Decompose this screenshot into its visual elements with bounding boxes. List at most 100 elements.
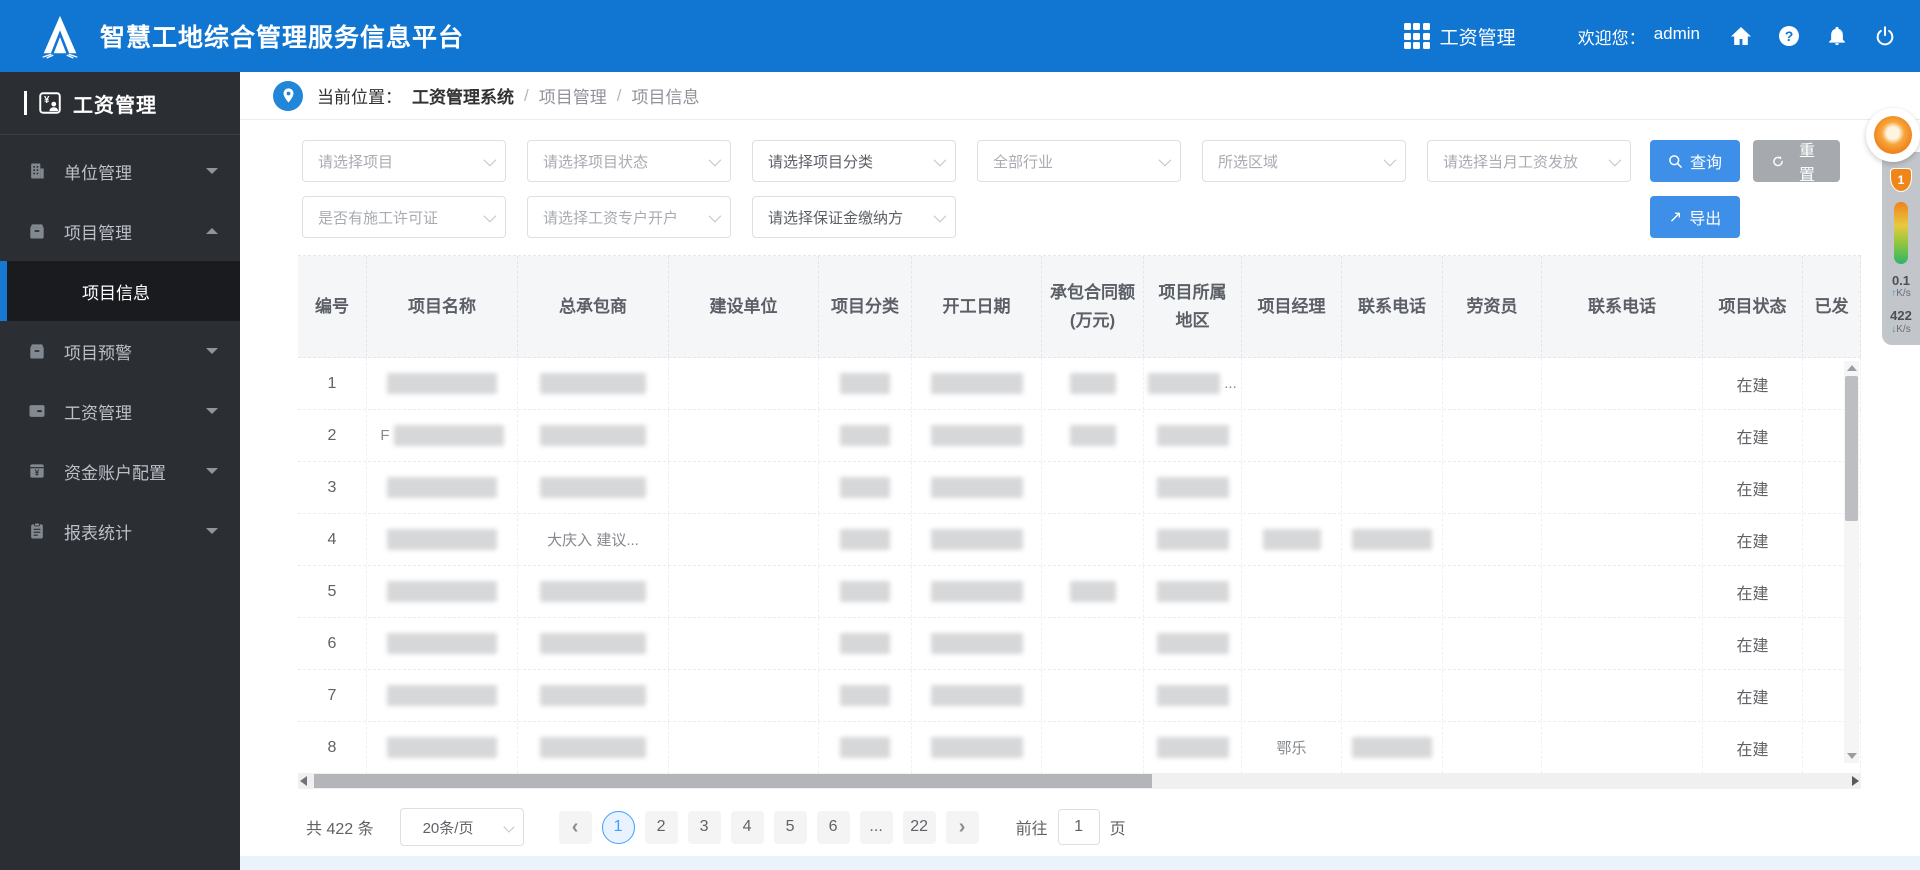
scroll-left-arrow[interactable] [300, 776, 307, 786]
table-row[interactable]: 3 在建 [298, 462, 1861, 514]
speed-panel[interactable]: 1 0.1 ↑K/s 422 ↓K/s [1882, 152, 1920, 345]
table-row[interactable]: 2 F 在建 [298, 410, 1861, 462]
table-row[interactable]: 5 在建 [298, 566, 1861, 618]
breadcrumb-item-project-info[interactable]: 项目信息 [631, 83, 699, 108]
table-cell [1042, 462, 1144, 513]
sidebar-item-wage-management[interactable]: 工资管理 [0, 381, 240, 441]
scroll-down-arrow[interactable] [1844, 749, 1859, 763]
filter-select-r2-1[interactable]: 请选择工资专户开户 [527, 196, 731, 238]
column-header-8: 项目经理 [1242, 256, 1342, 357]
scroll-up-arrow[interactable] [1844, 361, 1859, 375]
table-cell [1342, 358, 1443, 409]
page-button-4[interactable]: 4 [730, 810, 764, 844]
redacted-cell-block [1069, 373, 1116, 394]
sidebar-subitem-project-info[interactable]: 项目信息 [0, 261, 240, 321]
page-button-5[interactable]: 5 [773, 810, 807, 844]
welcome-text: 欢迎您： admin [1577, 23, 1700, 48]
page-button-1[interactable]: 1 [601, 810, 635, 844]
scroll-right-arrow[interactable] [1852, 776, 1859, 786]
table-cell [912, 514, 1042, 565]
sidebar-item-unit-management[interactable]: 单位管理 [0, 141, 240, 201]
page-ellipsis[interactable]: ... [859, 810, 893, 844]
filter-select-r1-3[interactable]: 全部行业 [977, 140, 1181, 182]
help-icon[interactable]: ? [1776, 23, 1802, 49]
browser-assistant-logo-icon[interactable] [1866, 108, 1920, 162]
table-cell: 3 [298, 462, 367, 513]
app-switcher[interactable]: 工资管理 [1403, 23, 1516, 50]
table-header-row: 编号 项目名称 总承包商 建设单位 项目分类 开工日期 承包合同额(万元) 项目所属地区 项目经… [298, 256, 1861, 358]
table-row[interactable]: 7 在建 [298, 670, 1861, 722]
sidebar-item-project-warning[interactable]: 项目预警 [0, 321, 240, 381]
redacted-cell-block [387, 581, 497, 602]
next-page-button[interactable]: › [945, 810, 979, 844]
filter-select-r1-4[interactable]: 所选区域 [1202, 140, 1406, 182]
breadcrumb-item-project-management[interactable]: 项目管理 [539, 83, 607, 108]
sidebar-item-project-management[interactable]: 项目管理 [0, 201, 240, 261]
table-cell [819, 410, 912, 461]
export-button[interactable]: ↗ 导出 [1650, 196, 1740, 238]
filter-select-r1-1[interactable]: 请选择项目状态 [527, 140, 731, 182]
table-row[interactable]: 1... 在建 [298, 358, 1861, 410]
active-indicator [0, 261, 7, 321]
table-row[interactable]: 4 大庆入 建议... 在建 [298, 514, 1861, 566]
table-cell [1342, 514, 1443, 565]
table-cell [1443, 618, 1542, 669]
table-cell: 鄂乐 [1242, 722, 1342, 773]
page-size-select[interactable]: 20条/页 [399, 808, 524, 846]
table-cell [819, 618, 912, 669]
sidebar-item-fund-account-config[interactable]: ¥ 资金账户配置 [0, 441, 240, 501]
table-cell [1144, 618, 1242, 669]
table-row[interactable]: 6 在建 [298, 618, 1861, 670]
filter-select-r1-5[interactable]: 请选择当月工资发放 [1427, 140, 1631, 182]
table-cell [518, 358, 669, 409]
table-cell [1342, 410, 1443, 461]
chevron-down-icon [933, 209, 947, 222]
table-cell [1342, 722, 1443, 773]
page-button-22[interactable]: 22 [902, 810, 936, 844]
table-row[interactable]: 8 鄂乐 在建 [298, 722, 1861, 773]
filter-select-r1-2[interactable]: 请选择项目分类 [752, 140, 956, 182]
table-cell [912, 566, 1042, 617]
table-cell [1242, 358, 1342, 409]
table-cell: 5 [298, 566, 367, 617]
projects-table: 编号 项目名称 总承包商 建设单位 项目分类 开工日期 承包合同额(万元) 项目所属地区 项目经… [298, 255, 1861, 773]
table-cell: 在建 [1703, 670, 1803, 721]
app-logo-icon [34, 10, 86, 62]
bell-icon[interactable] [1824, 23, 1850, 49]
filter-select-r2-0[interactable]: 是否有施工许可证 [302, 196, 506, 238]
table-cell [1443, 514, 1542, 565]
table-cell [912, 462, 1042, 513]
reset-button[interactable]: 重置 [1753, 140, 1840, 184]
svg-text:¥: ¥ [35, 468, 40, 478]
chevron-down-icon [206, 528, 218, 534]
table-horizontal-scrollbar[interactable] [298, 773, 1861, 789]
sidebar-item-report-statistics[interactable]: 报表统计 [0, 501, 240, 561]
table-vertical-scrollbar[interactable] [1844, 361, 1859, 763]
search-button[interactable]: 查询 [1650, 140, 1740, 182]
redacted-cell-block [1148, 373, 1221, 394]
table-cell [1542, 410, 1703, 461]
page-button-6[interactable]: 6 [816, 810, 850, 844]
horizontal-scroll-thumb[interactable] [314, 774, 1152, 788]
filter-select-r2-2[interactable]: 请选择保证金缴纳方 [752, 196, 956, 238]
home-icon[interactable] [1728, 23, 1754, 49]
table-cell: 8 [298, 722, 367, 773]
power-icon[interactable] [1872, 23, 1898, 49]
prev-page-button[interactable]: ‹ [558, 810, 592, 844]
goto-page-input[interactable] [1057, 809, 1100, 845]
username: admin [1653, 23, 1700, 43]
breadcrumb-prefix: 当前位置： [317, 88, 402, 107]
export-arrow-icon: ↗ [1668, 209, 1683, 226]
vertical-scroll-thumb[interactable] [1845, 376, 1858, 521]
divider [0, 134, 240, 135]
chevron-down-icon [206, 408, 218, 414]
page-button-3[interactable]: 3 [687, 810, 721, 844]
redacted-cell-block [840, 529, 890, 550]
filter-select-r1-0[interactable]: 请选择项目 [302, 140, 506, 182]
table-cell [1542, 722, 1703, 773]
table-cell [669, 618, 819, 669]
page-button-2[interactable]: 2 [644, 810, 678, 844]
redacted-cell-block [930, 373, 1023, 394]
speed-overlay-widget[interactable]: 1 0.1 ↑K/s 422 ↓K/s [1864, 108, 1920, 345]
table-cell [518, 566, 669, 617]
